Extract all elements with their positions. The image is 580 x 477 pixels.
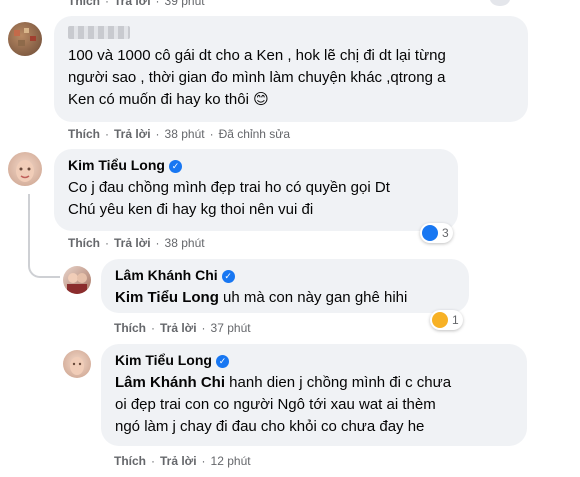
timestamp[interactable]: 38 phút bbox=[165, 236, 205, 250]
avatar-face-icon bbox=[16, 160, 34, 182]
like-action[interactable]: Thích bbox=[68, 236, 100, 250]
comment-actions: Thích · Trả lời · 38 phút · Đã chỉnh sửa bbox=[68, 127, 290, 141]
comment-actions: Thích · Trả lời · 12 phút bbox=[114, 454, 251, 468]
timestamp[interactable]: 12 phút bbox=[211, 454, 251, 468]
comment-text-body: hanh dien j chồng mình đi c chưa bbox=[225, 374, 452, 391]
author-name[interactable]: Kim Tiểu Long bbox=[68, 157, 165, 173]
timestamp[interactable]: 38 phút bbox=[165, 127, 205, 141]
reaction-count: 3 bbox=[442, 226, 449, 240]
comment-text: Co j đau chồng mình đẹp trai ho có quyền… bbox=[68, 177, 390, 221]
comment-line: Ken có muốn đi hay ko thôi 😊 bbox=[68, 91, 269, 108]
comment-bubble: Kim Tiểu Long ✓ Co j đau chồng mình đẹp t… bbox=[54, 149, 458, 231]
mention-link[interactable]: Kim Tiểu Long bbox=[115, 289, 219, 306]
edited-label[interactable]: Đã chỉnh sửa bbox=[219, 127, 290, 141]
avatar[interactable] bbox=[63, 350, 91, 378]
reply-action[interactable]: Trả lời bbox=[160, 454, 197, 468]
like-action[interactable]: Thích bbox=[68, 127, 100, 141]
more-options-icon[interactable] bbox=[490, 0, 510, 6]
verified-badge-icon: ✓ bbox=[168, 160, 182, 173]
like-action[interactable]: Thích bbox=[114, 454, 146, 468]
comment-bubble: Kim Tiểu Long ✓ Lâm Khánh Chi hanh dien j… bbox=[101, 344, 527, 446]
comment-text: Lâm Khánh Chi hanh dien j chồng mình đi … bbox=[115, 372, 451, 438]
reply-action[interactable]: Trả lời bbox=[114, 236, 151, 250]
author-row: Lâm Khánh Chi ✓ bbox=[115, 267, 235, 285]
avatar-image-icon bbox=[14, 28, 36, 46]
comment-line: người sao , thời gian đo mình làm chuyện… bbox=[68, 69, 446, 86]
comment-text: Kim Tiểu Long uh mà con này gan ghê hihi bbox=[115, 287, 407, 309]
haha-reaction-icon bbox=[432, 312, 448, 328]
reaction-summary[interactable]: 3 bbox=[420, 223, 453, 243]
comment-actions-top: Thích · Trả lời · 39 phút bbox=[68, 0, 205, 8]
comment-line: Co j đau chồng mình đẹp trai ho có quyền… bbox=[68, 179, 390, 196]
comment-bubble: 100 và 1000 cô gái dt cho a Ken , hok lẽ… bbox=[54, 16, 528, 122]
author-row: Kim Tiểu Long ✓ bbox=[115, 352, 229, 370]
avatar-face-icon bbox=[70, 357, 84, 375]
comment-actions: Thích · Trả lời · 38 phút bbox=[68, 236, 205, 250]
comment-line: ngó làm j chay đi đau cho khỏi co chưa đ… bbox=[115, 418, 425, 435]
mention-link[interactable]: Lâm Khánh Chi bbox=[115, 374, 225, 391]
comment-bubble: Lâm Khánh Chi ✓ Kim Tiểu Long uh mà con n… bbox=[101, 259, 469, 313]
verified-badge-icon: ✓ bbox=[215, 355, 229, 368]
thread-connector bbox=[28, 194, 60, 278]
comment-line: 100 và 1000 cô gái dt cho a Ken , hok lẽ… bbox=[68, 47, 446, 64]
reply-action[interactable]: Trả lời bbox=[160, 321, 197, 335]
like-action[interactable]: Thích bbox=[68, 0, 100, 8]
author-row: Kim Tiểu Long ✓ bbox=[68, 157, 182, 175]
avatar[interactable] bbox=[8, 22, 42, 56]
like-reaction-icon bbox=[422, 225, 438, 241]
verified-badge-icon: ✓ bbox=[221, 270, 235, 283]
reply-action[interactable]: Trả lời bbox=[114, 0, 151, 8]
author-name[interactable]: Lâm Khánh Chi bbox=[115, 267, 218, 283]
timestamp[interactable]: 39 phút bbox=[165, 0, 205, 8]
like-action[interactable]: Thích bbox=[114, 321, 146, 335]
timestamp[interactable]: 37 phút bbox=[211, 321, 251, 335]
avatar-couple-icon bbox=[67, 273, 87, 294]
comment-actions: Thích · Trả lời · 37 phút bbox=[114, 321, 251, 335]
blurred-author-name bbox=[68, 26, 130, 39]
reaction-count: 1 bbox=[452, 313, 459, 327]
avatar[interactable] bbox=[8, 152, 42, 186]
comment-line: Lâm Khánh Chi hanh dien j chồng mình đi … bbox=[115, 372, 451, 394]
reaction-summary[interactable]: 1 bbox=[430, 310, 463, 330]
comment-line: Chú yêu ken đi hay kg thoi nên vui đi bbox=[68, 201, 314, 218]
author-name[interactable]: Kim Tiểu Long bbox=[115, 352, 212, 368]
comment-line: oi đẹp trai con co người Ngô tới xau wat… bbox=[115, 396, 436, 413]
comment-text: 100 và 1000 cô gái dt cho a Ken , hok lẽ… bbox=[68, 45, 446, 111]
avatar[interactable] bbox=[63, 266, 91, 294]
comment-text-body: uh mà con này gan ghê hihi bbox=[218, 289, 408, 306]
reply-action[interactable]: Trả lời bbox=[114, 127, 151, 141]
